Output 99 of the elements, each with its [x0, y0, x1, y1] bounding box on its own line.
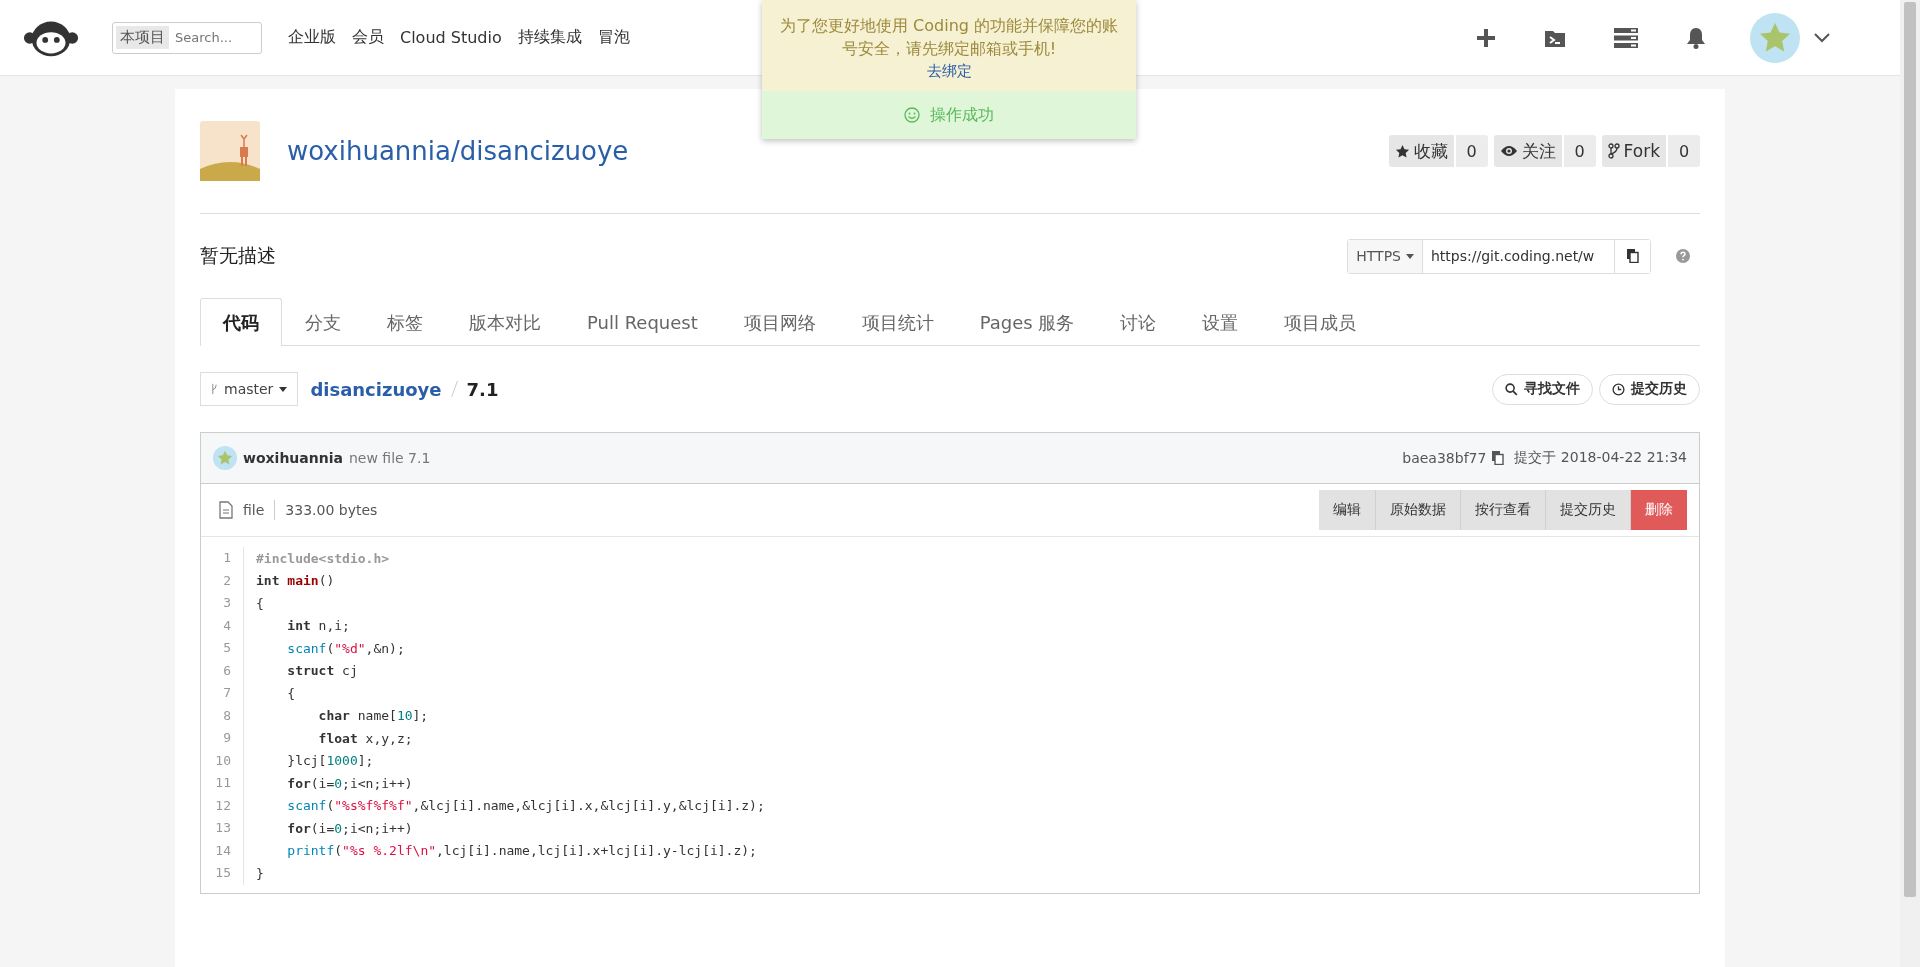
deer-illustration-icon	[200, 121, 260, 181]
count-badge: 0	[1455, 135, 1488, 167]
nav-link[interactable]: Cloud Studio	[400, 28, 502, 47]
line-number: 12	[201, 794, 244, 817]
smiley-icon	[904, 107, 920, 123]
scrollbar[interactable]	[1900, 0, 1920, 967]
help-icon[interactable]	[1676, 249, 1690, 263]
repo-title-link[interactable]: woxihuannia/disancizuoye	[287, 136, 629, 166]
file-size: 333.00 bytes	[285, 502, 378, 518]
tab[interactable]: 项目网络	[720, 298, 839, 346]
file-action-button[interactable]: 编辑	[1319, 490, 1376, 530]
search-box[interactable]: 本项目 Search...	[112, 21, 262, 54]
code-line: for(i=0;i<n;i++)	[286, 775, 413, 791]
user-avatar	[213, 446, 237, 470]
bell-icon[interactable]	[1686, 26, 1706, 49]
warning-message: 为了您更好地使用 Coding 的功能并保障您的账号安全，请先绑定邮箱或手机!	[779, 15, 1119, 60]
count-badge: 0	[1563, 135, 1596, 167]
file-action-button[interactable]: 按行查看	[1461, 490, 1546, 530]
tab[interactable]: 项目统计	[838, 298, 957, 346]
star-icon	[1394, 143, 1410, 159]
line-number: 8	[201, 704, 244, 727]
plus-icon[interactable]	[1476, 27, 1496, 48]
code-line: struct cj	[286, 663, 358, 679]
line-number: 2	[201, 569, 244, 592]
breadcrumb-file: 7.1	[466, 378, 499, 400]
eye-icon	[1499, 145, 1518, 157]
eye-button[interactable]: 关注	[1493, 135, 1562, 167]
search-icon	[1505, 382, 1518, 396]
search-input[interactable]: Search...	[173, 29, 257, 46]
code-line: float x,y,z;	[317, 730, 413, 746]
caret-icon	[279, 386, 288, 392]
clock-icon	[1612, 382, 1625, 396]
code-line: scanf("%s%f%f%f",&lcj[i].name,&lcj[i].x,&lcj[i].y,&lcj[i].z);	[286, 798, 765, 814]
nav-link[interactable]: 冒泡	[597, 27, 630, 48]
search-scope-tag[interactable]: 本项目	[116, 26, 169, 49]
tab[interactable]: Pull Request	[564, 298, 721, 346]
tab[interactable]: 项目成员	[1261, 298, 1380, 346]
breadcrumb-repo-link[interactable]: disancizuoye	[310, 378, 442, 400]
line-number: 11	[201, 772, 244, 795]
line-number: 9	[201, 727, 244, 750]
document-icon	[219, 501, 233, 519]
branch-fork-icon	[1607, 143, 1620, 159]
line-number: 5	[201, 637, 244, 660]
tab[interactable]: Pages 服务	[956, 298, 1098, 346]
code-line: printf("%s %.2lf\n",lcj[i].name,lcj[i].x+lcj[i].y-lcj[i].z);	[286, 843, 757, 859]
file-type: file	[243, 502, 265, 518]
tab[interactable]: 讨论	[1097, 298, 1180, 346]
fork-button[interactable]: Fork	[1601, 135, 1666, 167]
code-line: {	[286, 685, 296, 701]
commit-message: new file 7.1	[348, 450, 431, 466]
nav-link[interactable]: 企业版	[288, 27, 336, 48]
branch-icon	[211, 383, 218, 395]
chevron-down-icon[interactable]	[1814, 32, 1830, 43]
code-line: {	[255, 595, 264, 611]
branch-dropdown[interactable]: master	[200, 372, 299, 406]
file-action-button[interactable]: 原始数据	[1376, 490, 1461, 530]
commit-author-link[interactable]: woxihuannia	[243, 450, 343, 466]
copy-icon	[1626, 249, 1639, 263]
code-line: int n,i;	[286, 618, 350, 634]
clone-url-bar[interactable]: HTTPS https://git.coding.net/w	[1347, 238, 1651, 274]
code-line: for(i=0;i<n;i++)	[286, 820, 413, 836]
tab[interactable]: 标签	[364, 298, 446, 346]
code-line: }lcj[1000];	[286, 753, 374, 769]
line-number: 7	[201, 682, 244, 705]
commit-time: 提交于 2018-04-22 21:34	[1514, 449, 1687, 467]
line-number: 1	[201, 547, 244, 570]
line-number: 6	[201, 659, 244, 682]
nav-link[interactable]: 会员	[352, 27, 384, 48]
tab[interactable]: 设置	[1179, 298, 1262, 346]
code-line: #include<stdio.h>	[255, 550, 390, 566]
line-number: 4	[201, 614, 244, 637]
history-button[interactable]: 提交历史	[1599, 373, 1700, 405]
caret-icon	[1406, 253, 1414, 259]
line-number: 14	[201, 839, 244, 862]
code-line: }	[255, 865, 264, 881]
code-line: int main()	[255, 573, 335, 589]
protocol-dropdown[interactable]: HTTPS	[1348, 239, 1423, 273]
count-badge: 0	[1668, 135, 1700, 167]
line-number: 10	[201, 749, 244, 772]
code-line: scanf("%d",&n);	[286, 640, 405, 656]
file-action-button[interactable]: 提交历史	[1546, 490, 1631, 530]
tab[interactable]: 版本对比	[446, 298, 564, 346]
commit-hash-link[interactable]: baea38bf77	[1402, 450, 1487, 466]
find-file-button[interactable]: 寻找文件	[1492, 373, 1593, 405]
line-number: 3	[201, 592, 244, 615]
line-number: 15	[201, 862, 244, 885]
line-number: 13	[201, 817, 244, 840]
code-line: char name[10];	[317, 708, 429, 724]
server-icon[interactable]	[1614, 27, 1638, 48]
star-button[interactable]: 收藏	[1388, 135, 1454, 167]
delete-button[interactable]: 删除	[1631, 490, 1687, 530]
copy-icon[interactable]	[1492, 451, 1505, 465]
copy-button[interactable]	[1614, 239, 1650, 273]
tab[interactable]: 代码	[200, 298, 282, 346]
bind-link[interactable]: 去绑定	[926, 60, 972, 83]
tab[interactable]: 分支	[282, 298, 364, 346]
repo-description: 暂无描述	[200, 243, 276, 268]
nav-link[interactable]: 持续集成	[517, 27, 582, 48]
success-message: 操作成功	[930, 104, 994, 126]
